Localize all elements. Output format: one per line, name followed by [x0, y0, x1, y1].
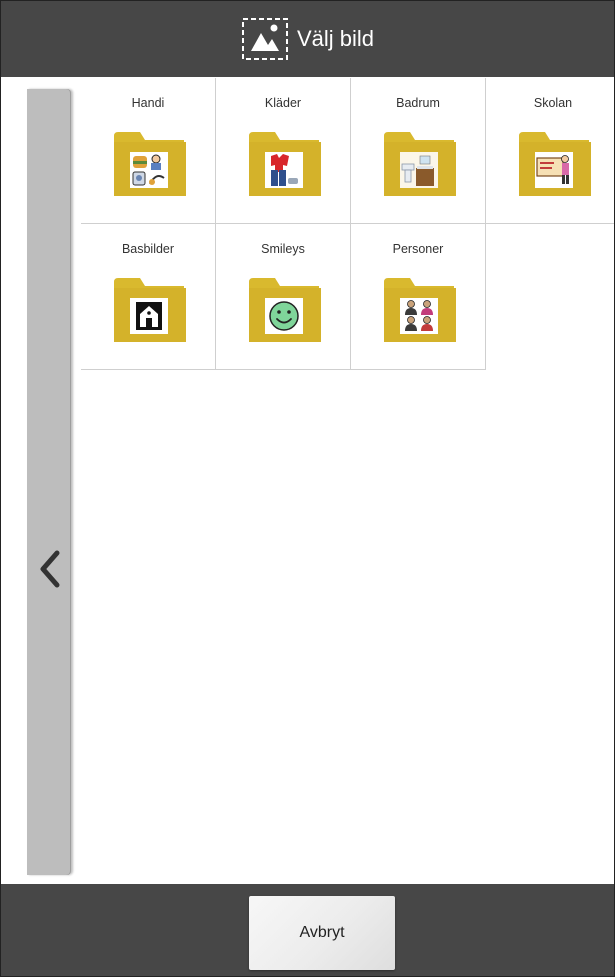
cancel-button[interactable]: Avbryt — [249, 896, 395, 970]
folder-icon — [114, 278, 186, 342]
folder-label: Skolan — [533, 96, 573, 110]
image-select-icon — [241, 18, 288, 60]
folder-tile-smileys[interactable]: Smileys — [216, 224, 351, 370]
folder-icon — [249, 278, 321, 342]
chevron-left-icon[interactable] — [35, 547, 63, 591]
folder-icon — [384, 278, 456, 342]
header-title-group: Välj bild — [241, 15, 374, 63]
folder-icon — [114, 132, 186, 196]
folder-label: Smileys — [261, 242, 305, 256]
house-icon — [136, 302, 162, 330]
side-panel[interactable] — [27, 89, 71, 875]
folder-label: Handi — [131, 96, 165, 110]
folder-icon — [249, 132, 321, 196]
folder-label: Personer — [392, 242, 444, 256]
folder-label: Basbilder — [121, 242, 175, 256]
folder-tile-personer[interactable]: Personer — [351, 224, 486, 370]
top-bar: Välj bild — [1, 1, 614, 77]
smiley-icon — [269, 301, 299, 331]
folder-tile-skolan[interactable]: Skolan — [486, 78, 614, 224]
folder-tile-handi[interactable]: Handi — [81, 78, 216, 224]
folder-label: Badrum — [396, 96, 440, 110]
folder-label: Kläder — [264, 96, 302, 110]
folder-icon — [384, 132, 456, 196]
folder-tile-klader[interactable]: Kläder — [216, 78, 351, 224]
bottom-bar: Avbryt — [1, 884, 614, 976]
folder-tile-badrum[interactable]: Badrum — [351, 78, 486, 224]
page-title: Välj bild — [296, 26, 375, 51]
folder-icon — [519, 132, 591, 196]
app-frame: Välj bild Handi Kläder Badrum Skolan Bas… — [0, 0, 615, 977]
folder-tile-basbilder[interactable]: Basbilder — [81, 224, 216, 370]
